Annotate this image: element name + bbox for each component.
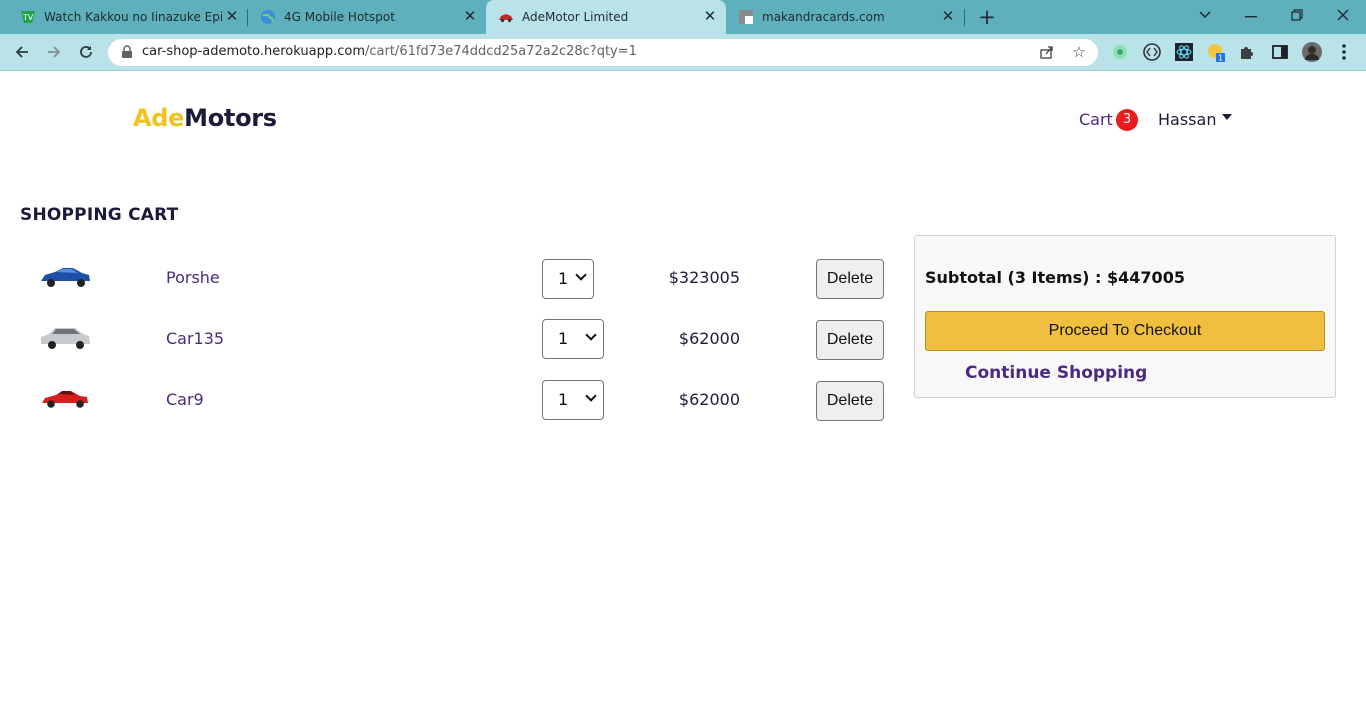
address-bar[interactable]: car-shop-ademoto.herokuapp.com/cart/61fd… [108,39,1098,66]
tab-ademotor[interactable]: AdeMotor Limited ✕ [486,0,726,34]
car-thumbnail-silver [41,328,90,349]
car-icon [499,14,513,23]
url-host: car-shop-ademoto.herokuapp.com [142,44,365,59]
quantity-select[interactable]: 1 [542,259,594,299]
cart-count-badge: 3 [1116,109,1138,131]
user-menu-toggle[interactable]: Hassan [1158,110,1216,129]
tab-separator [964,9,965,26]
close-window-icon[interactable] [1332,4,1354,26]
tab-title: 4G Mobile Hotspot [284,10,395,24]
delete-button[interactable]: Delete [816,259,884,299]
forward-icon[interactable] [42,40,66,64]
brand-logo[interactable]: AdeMotors [133,104,277,132]
close-tab-icon[interactable]: ✕ [462,8,478,24]
quantity-value: 1 [558,269,569,288]
car-thumbnail-blue [41,268,90,287]
cart-item-row: Car9 1 $62000 Delete [0,380,900,421]
caret-down-icon[interactable] [1222,114,1232,120]
cart-item-row: Car135 1 $62000 Delete [0,319,900,360]
tab-search-icon[interactable] [1194,4,1216,26]
chevron-down-icon [585,390,597,402]
quantity-select[interactable]: 1 [542,380,604,420]
back-icon[interactable] [10,40,34,64]
brand-part-ade: Ade [133,104,185,132]
car-thumbnail-red [42,391,88,408]
subtotal-text: Subtotal (3 Items) : $447005 [925,268,1185,287]
page-icon [739,10,753,24]
delete-button[interactable]: Delete [816,381,884,421]
tab-title: AdeMotor Limited [522,10,629,24]
page-title: SHOPPING CART [20,205,179,225]
url-text: car-shop-ademoto.herokuapp.com/cart/61fd… [142,44,637,59]
proceed-to-checkout-button[interactable]: Proceed To Checkout [925,311,1325,351]
extension-bracket-icon[interactable] [1142,42,1162,62]
extension-yellow-icon[interactable]: 1 [1206,42,1226,62]
chevron-down-icon [585,329,597,341]
extension-badge: 1 [1218,54,1223,63]
continue-shopping-link[interactable]: Continue Shopping [965,363,1147,383]
brand-part-motors: Motors [184,104,277,132]
item-price: $323005 [668,268,740,287]
chevron-down-icon [575,269,587,281]
tab-makandracards[interactable]: makandracards.com ✕ [726,0,964,34]
globe-icon [261,10,275,24]
quantity-value: 1 [558,390,569,409]
tab-title: Watch Kakkou no Iinazuke Episod [44,10,222,24]
side-panel-icon[interactable] [1270,42,1290,62]
delete-button[interactable]: Delete [816,320,884,360]
product-name-link[interactable]: Car135 [166,329,224,348]
item-price: $62000 [678,329,740,348]
product-name-link[interactable]: Porshe [166,268,220,287]
url-path: /cart/61fd73e74ddcd25a72a2c28c?qty=1 [365,44,637,59]
tv-icon: TV [21,11,35,23]
share-icon[interactable] [1038,43,1056,61]
cart-item-row: Porshe 1 $323005 Delete [0,258,900,299]
react-devtools-icon[interactable] [1174,42,1194,62]
extensions-puzzle-icon[interactable] [1238,42,1258,62]
new-tab-button[interactable]: + [977,6,997,28]
product-name-link[interactable]: Car9 [166,390,204,409]
quantity-select[interactable]: 1 [542,319,604,359]
nav-cart-link[interactable]: Cart [1079,110,1113,129]
svg-text:TV: TV [22,13,34,22]
quantity-value: 1 [558,329,569,348]
close-tab-icon[interactable]: ✕ [940,8,956,24]
reload-icon[interactable] [74,40,98,64]
restore-icon[interactable] [1286,4,1308,26]
lock-icon [122,45,132,58]
tab-title: makandracards.com [762,10,885,24]
close-tab-icon[interactable]: ✕ [224,8,240,24]
item-price: $62000 [678,390,740,409]
menu-dots-icon[interactable] [1334,42,1354,62]
tab-4g-hotspot[interactable]: 4G Mobile Hotspot ✕ [248,0,486,34]
bookmark-star-icon[interactable]: ☆ [1070,43,1088,61]
extension-green-icon[interactable] [1110,42,1130,62]
tab-watch-kakkou[interactable]: TV Watch Kakkou no Iinazuke Episod ✕ [8,0,248,34]
profile-avatar-icon[interactable] [1302,42,1322,62]
close-tab-icon[interactable]: ✕ [702,8,718,24]
minimize-icon[interactable] [1240,4,1262,26]
